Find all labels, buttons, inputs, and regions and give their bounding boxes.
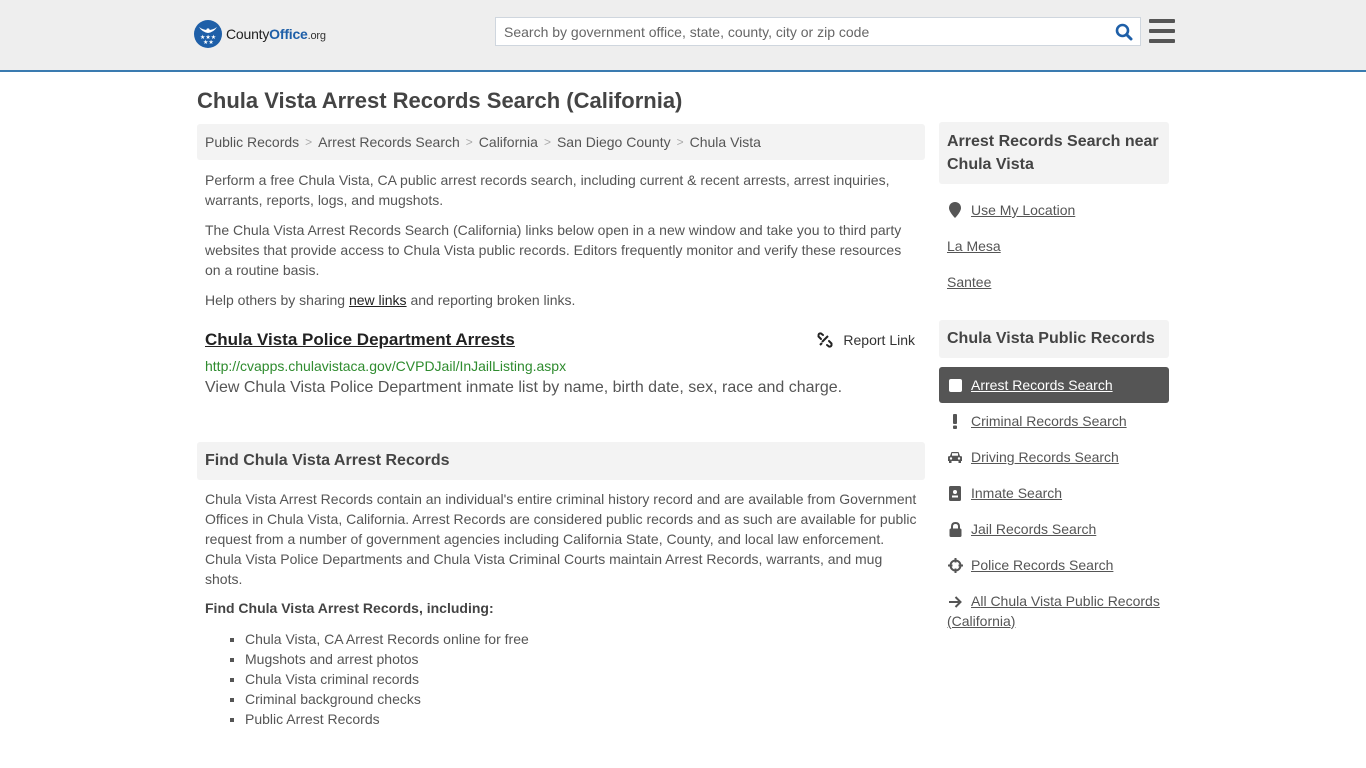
eagle-stars-logo-icon: ★★★ ★★	[194, 20, 222, 48]
new-links-link[interactable]: new links	[349, 292, 407, 308]
sidebar-item-criminal-records-search[interactable]: Criminal Records Search	[939, 403, 1169, 439]
lock-icon	[947, 521, 963, 537]
nearby-santee-link[interactable]: Santee	[939, 264, 1169, 300]
search-button[interactable]	[1108, 18, 1140, 45]
result-url: http://cvapps.chulavistaca.gov/CVPDJail/…	[205, 358, 567, 374]
page-title: Chula Vista Arrest Records Search (Calif…	[197, 88, 683, 113]
public-records-heading: Chula Vista Public Records	[939, 320, 1169, 358]
breadcrumb-chula-vista[interactable]: Chula Vista	[690, 134, 761, 150]
find-records-list: Chula Vista, CA Arrest Records online fo…	[245, 629, 529, 729]
svg-text:★★: ★★	[203, 39, 214, 44]
breadcrumb-separator: >	[465, 135, 473, 149]
search-bar	[495, 17, 1141, 46]
search-icon	[1115, 23, 1133, 40]
find-records-body: Chula Vista Arrest Records contain an in…	[205, 491, 917, 587]
map-pin-icon	[947, 202, 963, 218]
crosshair-icon	[947, 557, 963, 573]
car-icon	[947, 451, 963, 463]
arrow-right-icon	[947, 596, 963, 609]
intro-section: Perform a free Chula Vista, CA public ar…	[197, 170, 925, 310]
breadcrumb-arrest-records-search[interactable]: Arrest Records Search	[318, 134, 460, 150]
sidebar-item-jail-records-search[interactable]: Jail Records Search	[939, 511, 1169, 547]
breadcrumb-separator: >	[676, 135, 684, 149]
list-item: Mugshots and arrest photos	[245, 649, 529, 669]
find-records-heading: Find Chula Vista Arrest Records	[197, 442, 925, 480]
sidebar-item-inmate-search[interactable]: Inmate Search	[939, 475, 1169, 511]
find-records-subheading: Find Chula Vista Arrest Records, includi…	[205, 600, 494, 616]
search-input[interactable]	[496, 18, 1108, 45]
id-badge-icon	[947, 485, 963, 501]
list-item: Criminal background checks	[245, 689, 529, 709]
square-icon	[947, 378, 963, 392]
disclaimer-paragraph: The Chula Vista Arrest Records Search (C…	[205, 222, 902, 278]
list-item: Chula Vista criminal records	[245, 669, 529, 689]
broken-link-icon	[817, 332, 833, 348]
nearby-sidebar: Arrest Records Search near Chula Vista U…	[939, 122, 1169, 300]
result-description: View Chula Vista Police Department inmat…	[205, 379, 843, 396]
site-logo[interactable]: ★★★ ★★ CountyOffice.org	[194, 20, 326, 48]
public-records-sidebar: Chula Vista Public Records Arrest Record…	[939, 320, 1169, 631]
breadcrumb-public-records[interactable]: Public Records	[205, 134, 299, 150]
sidebar-item-arrest-records-search[interactable]: Arrest Records Search	[939, 367, 1169, 403]
share-links-paragraph: Help others by sharing new links and rep…	[205, 292, 576, 308]
breadcrumb-california[interactable]: California	[479, 134, 538, 150]
nearby-heading: Arrest Records Search near Chula Vista	[939, 122, 1169, 184]
breadcrumb-separator: >	[543, 135, 551, 149]
sidebar-item-all-public-records[interactable]: All Chula Vista Public Records (Californ…	[939, 583, 1169, 631]
intro-paragraph: Perform a free Chula Vista, CA public ar…	[205, 172, 890, 208]
sidebar-item-police-records-search[interactable]: Police Records Search	[939, 547, 1169, 583]
result-title-link[interactable]: Chula Vista Police Department Arrests	[205, 330, 515, 350]
hamburger-menu-icon[interactable]	[1149, 19, 1175, 43]
breadcrumb-san-diego-county[interactable]: San Diego County	[557, 134, 671, 150]
breadcrumb-separator: >	[305, 135, 313, 149]
breadcrumb: Public Records > Arrest Records Search >…	[197, 124, 925, 160]
exclamation-icon	[947, 413, 963, 429]
use-my-location-link[interactable]: Use My Location	[939, 192, 1169, 228]
report-link-button[interactable]: Report Link	[817, 332, 915, 348]
list-item: Chula Vista, CA Arrest Records online fo…	[245, 629, 529, 649]
nearby-la-mesa-link[interactable]: La Mesa	[939, 228, 1169, 264]
sidebar-item-driving-records-search[interactable]: Driving Records Search	[939, 439, 1169, 475]
list-item: Public Arrest Records	[245, 709, 529, 729]
logo-text: CountyOffice.org	[226, 26, 326, 42]
site-header: ★★★ ★★ CountyOffice.org	[0, 0, 1366, 72]
